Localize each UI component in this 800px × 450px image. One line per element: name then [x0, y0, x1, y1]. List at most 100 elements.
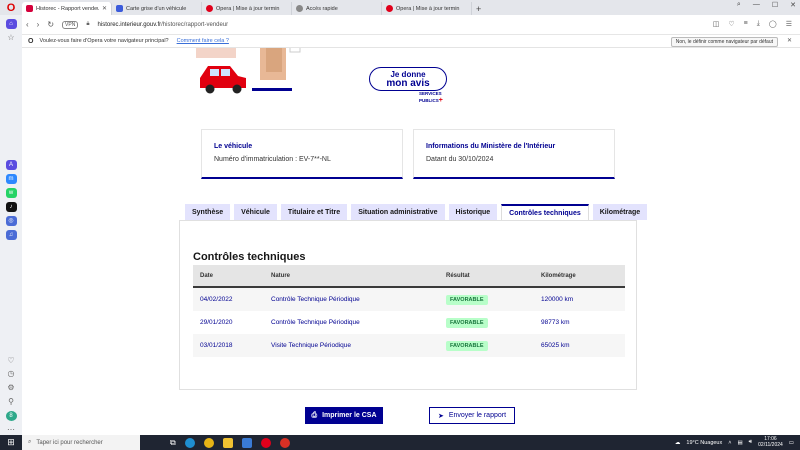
tab-controles-techniques[interactable]: Contrôles techniques [501, 204, 589, 221]
cell-date: 29/01/2020 [200, 319, 233, 326]
chrome-icon[interactable] [203, 437, 214, 448]
snapshot-icon[interactable]: ◫ [713, 20, 720, 28]
table-row: 29/01/2020 Contrôle Technique Périodique… [193, 311, 625, 334]
cell-nature: Visite Technique Périodique [271, 342, 351, 349]
star-icon[interactable]: ☆ [6, 33, 17, 43]
heart-bookmark-icon[interactable]: ♡ [728, 20, 734, 28]
tab-favicon-icon [296, 5, 303, 12]
system-tray: ☁ 19°C Nuageux ˄ ▤ 🔊︎ 17:06 02/11/2024 ▭ [675, 435, 794, 450]
opera-taskbar-icon[interactable] [260, 437, 271, 448]
browser-tab-4[interactable]: Opera | Mise à jour termin [382, 2, 472, 15]
infobar-link[interactable]: Comment faire cela ? [177, 38, 229, 44]
url-field[interactable]: historec.interieur.gouv.fr/historec/rapp… [98, 22, 229, 28]
close-window-icon[interactable]: ✕ [790, 1, 796, 9]
tab-favicon-icon [26, 5, 33, 12]
easy-setup-icon[interactable]: ≡ [744, 20, 748, 28]
lock-icon[interactable]: 🔒︎ [86, 21, 89, 28]
header-date: Date [200, 272, 214, 279]
browser-tab-0[interactable]: Historec - Rapport vendeur ✕ [22, 2, 112, 15]
set-default-button[interactable]: Non, le définir comme navigateur par déf… [670, 37, 778, 47]
task-view-icon[interactable]: ⧉ [170, 438, 176, 448]
browser-tab-2[interactable]: Opera | Mise à jour termin [202, 2, 292, 15]
status-badge: FAVORABLE [446, 317, 488, 328]
url-domain: historec.interieur.gouv.fr [97, 21, 162, 28]
forward-icon[interactable]: › [37, 20, 40, 29]
opera-sidebar: ⌂ ☆ A m w ♪ ◎ ♫ ♡ ◷ ⚙ ⚲ 8 ⋯ [0, 15, 22, 435]
minimize-icon[interactable]: — [753, 1, 760, 9]
page-content: Je donne mon avis SERVICES PUBLICS+ Le v… [22, 48, 800, 435]
heart-icon[interactable]: ♡ [6, 355, 17, 365]
browser-tab-1[interactable]: Carte grise d'un véhicule [112, 2, 202, 15]
cell-nature: Contrôle Technique Périodique [271, 319, 360, 326]
settings-gear-icon[interactable]: ⚙ [6, 383, 17, 393]
tab-favicon-icon [116, 5, 123, 12]
infobar-close-icon[interactable]: ✕ [787, 37, 792, 44]
vpn-badge[interactable]: VPN [62, 20, 79, 29]
print-csa-button[interactable]: ⎙ Imprimer le CSA [305, 407, 383, 424]
search-placeholder: Taper ici pour rechercher [36, 439, 103, 446]
infobar-message: Voulez-vous faire d'Opera votre navigate… [39, 38, 169, 44]
window-controls: ⌕ — ☐ ✕ [737, 1, 796, 9]
more-dots-icon[interactable]: ⋯ [6, 425, 17, 435]
tab-vehicule[interactable]: Véhicule [234, 204, 277, 220]
chrome-alt-icon[interactable] [279, 437, 290, 448]
music-icon[interactable]: ♫ [5, 229, 17, 240]
opera-logo-icon[interactable]: O [0, 0, 22, 15]
home-icon[interactable]: ⌂ [5, 19, 17, 29]
plus-icon: + [438, 96, 443, 104]
search-tabs-icon[interactable]: ⌕ [737, 1, 741, 9]
browser-tab-3[interactable]: Accès rapide [292, 2, 382, 15]
header-nature: Nature [271, 272, 291, 279]
send-label: Envoyer le rapport [448, 412, 507, 419]
tab-historique[interactable]: Historique [448, 204, 498, 220]
feedback-button[interactable]: Je donne mon avis [369, 67, 447, 91]
services-publics-logo: SERVICES PUBLICS+ [419, 91, 443, 105]
card-value: Datant du 30/10/2024 [426, 156, 494, 163]
reload-icon[interactable]: ↻ [47, 20, 54, 29]
whatsapp-icon[interactable]: w [5, 187, 17, 198]
tiktok-icon[interactable]: ♪ [5, 201, 17, 212]
maximize-icon[interactable]: ☐ [772, 1, 778, 9]
printer-icon: ⎙ [311, 411, 318, 419]
report-tabs: Synthèse Véhicule Titulaire et Titre Sit… [185, 204, 648, 221]
taskbar-search-input[interactable]: ⌕ Taper ici pour rechercher [22, 435, 140, 450]
logo-line2: PUBLICS [419, 97, 439, 103]
file-explorer-icon[interactable] [222, 437, 233, 448]
search-icon: ⌕ [28, 439, 32, 445]
extension-icon[interactable]: 8 [5, 410, 17, 421]
cut-off-heading [402, 48, 552, 50]
download-icon[interactable]: ⤓ [757, 20, 760, 28]
cell-km: 65025 km [541, 342, 570, 349]
opera-o-icon: O [28, 37, 34, 45]
history-clock-icon[interactable]: ◷ [6, 369, 17, 379]
volume-icon[interactable]: 🔊︎ [749, 439, 752, 446]
feedback-line2: mon avis [386, 78, 430, 89]
taskbar-clock[interactable]: 17:06 02/11/2024 [758, 436, 783, 449]
tab-titulaire[interactable]: Titulaire et Titre [280, 204, 348, 220]
default-browser-infobar: O Voulez-vous faire d'Opera votre naviga… [22, 35, 800, 48]
notifications-icon[interactable]: ▭ [789, 440, 794, 446]
windows-start-icon[interactable]: ⊞ [0, 437, 22, 448]
edge-icon[interactable] [184, 437, 195, 448]
menu-icon[interactable]: ☰ [786, 20, 792, 28]
weather-text[interactable]: 19°C Nuageux [686, 440, 722, 446]
aria-icon[interactable]: A [5, 159, 17, 170]
store-icon[interactable] [241, 437, 252, 448]
tab-situation-administrative[interactable]: Situation administrative [351, 204, 445, 220]
tab-kilometrage[interactable]: Kilométrage [592, 204, 648, 220]
messenger-icon[interactable]: m [5, 173, 17, 184]
send-report-button[interactable]: ➤ Envoyer le rapport [429, 407, 515, 424]
tray-chevron-up-icon[interactable]: ˄ [728, 440, 731, 446]
tab-synthese[interactable]: Synthèse [185, 204, 231, 220]
table-row: 04/02/2022 Contrôle Technique Périodique… [193, 288, 625, 311]
cell-result: FAVORABLE [446, 317, 541, 328]
new-tab-plus-icon[interactable]: + [472, 2, 485, 15]
instagram-icon[interactable]: ◎ [5, 215, 17, 226]
user-icon[interactable]: ◯ [769, 20, 777, 28]
pin-icon[interactable]: ⚲ [6, 397, 17, 407]
tab-favicon-icon [386, 5, 393, 12]
clock-date: 02/11/2024 [758, 441, 783, 448]
back-icon[interactable]: ‹ [26, 20, 29, 29]
tab-close-icon[interactable]: ✕ [102, 5, 107, 12]
network-icon[interactable]: ▤ [737, 440, 742, 446]
